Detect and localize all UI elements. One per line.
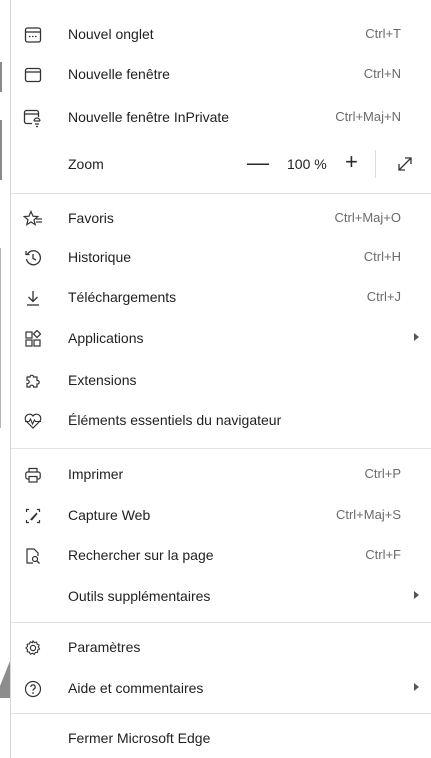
downloads-label: Téléchargements [68, 289, 177, 305]
edge-mark [0, 248, 1, 428]
menu-item-new-tab[interactable]: Nouvel onglet Ctrl+T [11, 16, 431, 52]
favorites-label: Favoris [68, 210, 114, 226]
find-page-icon [23, 546, 43, 566]
menu-item-extensions[interactable]: Extensions [11, 362, 431, 398]
fullscreen-expand-icon[interactable] [395, 154, 415, 174]
separator [11, 193, 431, 194]
browser-essentials-label: Éléments essentiels du navigateur [68, 412, 282, 428]
zoom-level: 100 % [287, 156, 327, 172]
extensions-label: Extensions [68, 372, 137, 388]
menu-item-print[interactable]: Imprimer Ctrl+P [11, 456, 431, 492]
submenu-arrow-icon [414, 333, 419, 341]
edge-mark [0, 62, 2, 92]
close-edge-label: Fermer Microsoft Edge [68, 730, 211, 746]
help-circle-icon [23, 679, 43, 699]
favorites-star-icon [23, 209, 43, 229]
print-label: Imprimer [68, 466, 124, 482]
web-capture-label: Capture Web [68, 507, 151, 523]
zoom-out-button[interactable]: — [247, 152, 269, 174]
menu-item-downloads[interactable]: Téléchargements Ctrl+J [11, 279, 431, 315]
help-feedback-label: Aide et commentaires [68, 680, 204, 696]
menu-item-favorites[interactable]: Favoris Ctrl+Maj+O [11, 200, 431, 236]
downloads-shortcut: Ctrl+J [366, 289, 401, 304]
menu-item-history[interactable]: Historique Ctrl+H [11, 239, 431, 275]
menu-item-new-window[interactable]: Nouvelle fenêtre Ctrl+N [11, 56, 431, 92]
find-on-page-shortcut: Ctrl+F [365, 547, 401, 562]
history-label: Historique [68, 249, 132, 265]
new-window-shortcut: Ctrl+N [363, 66, 401, 81]
new-tab-shortcut: Ctrl+T [365, 26, 401, 41]
history-shortcut: Ctrl+H [363, 249, 401, 264]
background-window-edge [0, 0, 28, 758]
menu-item-new-inprivate-window[interactable]: Nouvelle fenêtre InPrivate Ctrl+Maj+N [11, 99, 431, 135]
heart-pulse-icon [23, 411, 43, 431]
zoom-in-button[interactable]: + [345, 151, 358, 173]
separator [11, 622, 431, 623]
new-window-label: Nouvelle fenêtre [68, 66, 170, 82]
zoom-label: Zoom [68, 156, 104, 172]
submenu-arrow-icon [414, 683, 419, 691]
apps-grid-icon [23, 329, 43, 349]
settings-label: Paramètres [68, 639, 141, 655]
edge-browser-menu-screenshot: Nouvel onglet Ctrl+T Nouvelle fenêtre Ct… [0, 0, 431, 758]
applications-label: Applications [68, 330, 144, 346]
more-tools-label: Outils supplémentaires [68, 588, 211, 604]
settings-menu: Nouvel onglet Ctrl+T Nouvelle fenêtre Ct… [10, 0, 431, 758]
inprivate-window-icon [23, 108, 43, 128]
menu-item-web-capture[interactable]: Capture Web Ctrl+Maj+S [11, 497, 431, 533]
separator [11, 448, 431, 449]
print-shortcut: Ctrl+P [364, 466, 401, 481]
submenu-arrow-icon [414, 591, 419, 599]
new-tab-icon [23, 25, 43, 45]
menu-item-more-tools[interactable]: Outils supplémentaires [11, 578, 431, 614]
new-tab-label: Nouvel onglet [68, 26, 154, 42]
menu-item-close-edge[interactable]: Fermer Microsoft Edge [11, 720, 431, 756]
printer-icon [23, 465, 43, 485]
edge-mark [0, 120, 2, 180]
window-icon [23, 65, 43, 85]
download-arrow-icon [23, 288, 43, 308]
zoom-divider [375, 150, 376, 178]
web-capture-icon [23, 506, 43, 526]
menu-item-browser-essentials[interactable]: Éléments essentiels du navigateur [11, 402, 431, 438]
find-on-page-label: Rechercher sur la page [68, 547, 214, 563]
puzzle-icon [23, 371, 43, 391]
separator [11, 713, 431, 714]
menu-item-applications[interactable]: Applications [11, 320, 431, 356]
favorites-shortcut: Ctrl+Maj+O [334, 210, 401, 225]
menu-item-help-feedback[interactable]: Aide et commentaires [11, 670, 431, 706]
history-clock-icon [23, 248, 43, 268]
gear-icon [23, 638, 43, 658]
new-inprivate-label: Nouvelle fenêtre InPrivate [68, 109, 230, 125]
menu-item-find-on-page[interactable]: Rechercher sur la page Ctrl+F [11, 537, 431, 573]
menu-item-zoom: Zoom — 100 % + [11, 146, 431, 182]
menu-item-settings[interactable]: Paramètres [11, 629, 431, 665]
web-capture-shortcut: Ctrl+Maj+S [335, 507, 401, 522]
new-inprivate-shortcut: Ctrl+Maj+N [335, 109, 401, 124]
